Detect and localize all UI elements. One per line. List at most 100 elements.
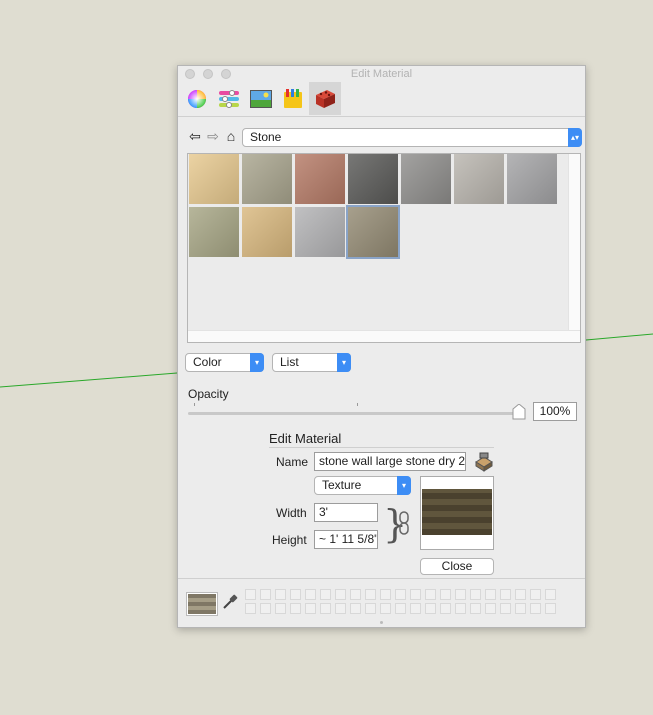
tab-color-sliders[interactable] xyxy=(213,82,245,115)
recent-swatch-cell[interactable] xyxy=(395,589,406,600)
recent-swatch-cell[interactable] xyxy=(320,603,331,614)
materials-vertical-scrollbar[interactable] xyxy=(568,154,580,342)
window-title: Edit Material xyxy=(350,68,413,80)
width-label: Width xyxy=(276,506,307,520)
recent-swatch-cell[interactable] xyxy=(455,589,466,600)
library-select-value: Stone xyxy=(250,130,282,144)
recent-swatch-cell[interactable] xyxy=(350,603,361,614)
recent-swatch-cell[interactable] xyxy=(320,589,331,600)
recent-swatch-cell[interactable] xyxy=(440,603,451,614)
recent-swatch-cell[interactable] xyxy=(335,589,346,600)
material-tile-stone-wall-large[interactable] xyxy=(346,205,400,259)
color-wheel-icon xyxy=(188,89,206,108)
recent-swatch-cell[interactable] xyxy=(530,589,541,600)
opacity-value-field[interactable]: 100% xyxy=(533,402,577,421)
heading-divider xyxy=(269,447,494,448)
close-button[interactable]: Close xyxy=(420,558,494,575)
recent-swatch-cell[interactable] xyxy=(485,603,496,614)
materials-horizontal-scrollbar[interactable] xyxy=(188,330,580,342)
slider-tick-mid xyxy=(357,403,358,406)
crayons-icon xyxy=(284,88,302,108)
materials-grid-area xyxy=(188,154,570,332)
material-tile-tan-ashlar[interactable] xyxy=(242,207,292,257)
paint-bucket-sample-icon[interactable] xyxy=(474,452,494,472)
material-tile-marble-gray[interactable] xyxy=(295,207,345,257)
recent-swatch-cell[interactable] xyxy=(335,603,346,614)
tab-image-palette[interactable] xyxy=(245,82,277,115)
recent-swatch-cell[interactable] xyxy=(290,589,301,600)
recent-swatch-cell[interactable] xyxy=(275,603,286,614)
recent-swatch-cell[interactable] xyxy=(260,603,271,614)
recent-swatch-cell[interactable] xyxy=(305,603,316,614)
view-mode-select[interactable]: List ▾ xyxy=(272,353,351,372)
opacity-slider-track[interactable] xyxy=(188,412,520,415)
title-bar: Edit Material xyxy=(178,66,585,82)
height-field[interactable]: ~ 1' 11 5/8" xyxy=(314,530,378,549)
material-tile-gray-flagstone[interactable] xyxy=(401,154,451,204)
material-tile-fieldstone-wall[interactable] xyxy=(242,154,292,204)
recent-swatch-cell[interactable] xyxy=(380,603,391,614)
edit-material-window: Edit Material ⇦ ⇨ ⌂ Stone ▴▾ Color ▾ Lis… xyxy=(177,65,586,628)
material-tile-red-brick-stone[interactable] xyxy=(295,154,345,204)
tab-materials[interactable] xyxy=(309,82,341,115)
forward-arrow-icon[interactable]: ⇨ xyxy=(206,129,220,143)
chain-link-icon[interactable] xyxy=(399,511,409,535)
recent-swatch-cell[interactable] xyxy=(530,603,541,614)
recent-swatch-cell[interactable] xyxy=(245,603,256,614)
eyedropper-icon[interactable] xyxy=(222,594,238,610)
library-select[interactable]: Stone ▴▾ xyxy=(242,128,582,147)
recent-swatch-cell[interactable] xyxy=(410,603,421,614)
texture-preview[interactable] xyxy=(420,476,494,550)
recent-swatch-cell[interactable] xyxy=(245,589,256,600)
recent-swatch-cell[interactable] xyxy=(395,603,406,614)
recent-swatch-cell[interactable] xyxy=(410,589,421,600)
toolbar xyxy=(178,82,585,117)
recent-swatch-cell[interactable] xyxy=(260,589,271,600)
material-tile-gray-granite[interactable] xyxy=(507,154,557,204)
recent-swatch-cell[interactable] xyxy=(365,589,376,600)
recent-swatch-cell[interactable] xyxy=(275,589,286,600)
chevron-down-icon: ▾ xyxy=(250,353,264,372)
chevron-down-icon: ▾ xyxy=(397,476,411,495)
recent-swatch-cell[interactable] xyxy=(350,589,361,600)
material-name-field[interactable]: stone wall large stone dry 2 xyxy=(314,452,466,471)
texture-select[interactable]: Texture ▾ xyxy=(314,476,411,495)
recent-swatch-cell[interactable] xyxy=(515,589,526,600)
recent-swatch-cell[interactable] xyxy=(515,603,526,614)
tab-crayons[interactable] xyxy=(277,82,309,115)
recent-swatch-cell[interactable] xyxy=(380,589,391,600)
recent-swatch-cell[interactable] xyxy=(440,589,451,600)
recent-swatch-cell[interactable] xyxy=(545,603,556,614)
back-arrow-icon[interactable]: ⇦ xyxy=(188,129,202,143)
material-tile-pavers[interactable] xyxy=(454,154,504,204)
material-tile-sandstone[interactable] xyxy=(189,154,239,204)
tab-color-wheel[interactable] xyxy=(181,82,213,115)
chevron-down-icon: ▾ xyxy=(337,353,351,372)
recent-swatch-cell[interactable] xyxy=(425,603,436,614)
recent-swatch-cell[interactable] xyxy=(290,603,301,614)
recent-swatch-cell[interactable] xyxy=(500,589,511,600)
width-field[interactable]: 3' xyxy=(314,503,378,522)
recent-swatch-cell[interactable] xyxy=(545,589,556,600)
color-sliders-icon xyxy=(219,89,239,108)
opacity-slider-thumb[interactable] xyxy=(512,404,526,420)
recent-swatch-cell[interactable] xyxy=(485,589,496,600)
material-tile-green-slate[interactable] xyxy=(189,207,239,257)
current-material-swatch[interactable] xyxy=(187,593,217,615)
home-icon[interactable]: ⌂ xyxy=(224,129,238,143)
library-nav: ⇦ ⇨ ⌂ Stone ▴▾ xyxy=(188,128,582,147)
edit-material-heading: Edit Material xyxy=(269,431,342,446)
name-label: Name xyxy=(276,455,309,469)
recent-swatch-cell[interactable] xyxy=(425,589,436,600)
recent-swatch-cell[interactable] xyxy=(365,603,376,614)
recent-swatch-cell[interactable] xyxy=(470,603,481,614)
texture-preview-image xyxy=(422,489,492,535)
material-tile-dark-pebbles[interactable] xyxy=(348,154,398,204)
recent-swatch-cell[interactable] xyxy=(305,589,316,600)
footer-bar xyxy=(178,578,585,629)
color-mode-select[interactable]: Color ▾ xyxy=(185,353,264,372)
materials-grid xyxy=(187,153,581,343)
recent-swatch-cell[interactable] xyxy=(500,603,511,614)
recent-swatch-cell[interactable] xyxy=(470,589,481,600)
recent-swatch-cell[interactable] xyxy=(455,603,466,614)
